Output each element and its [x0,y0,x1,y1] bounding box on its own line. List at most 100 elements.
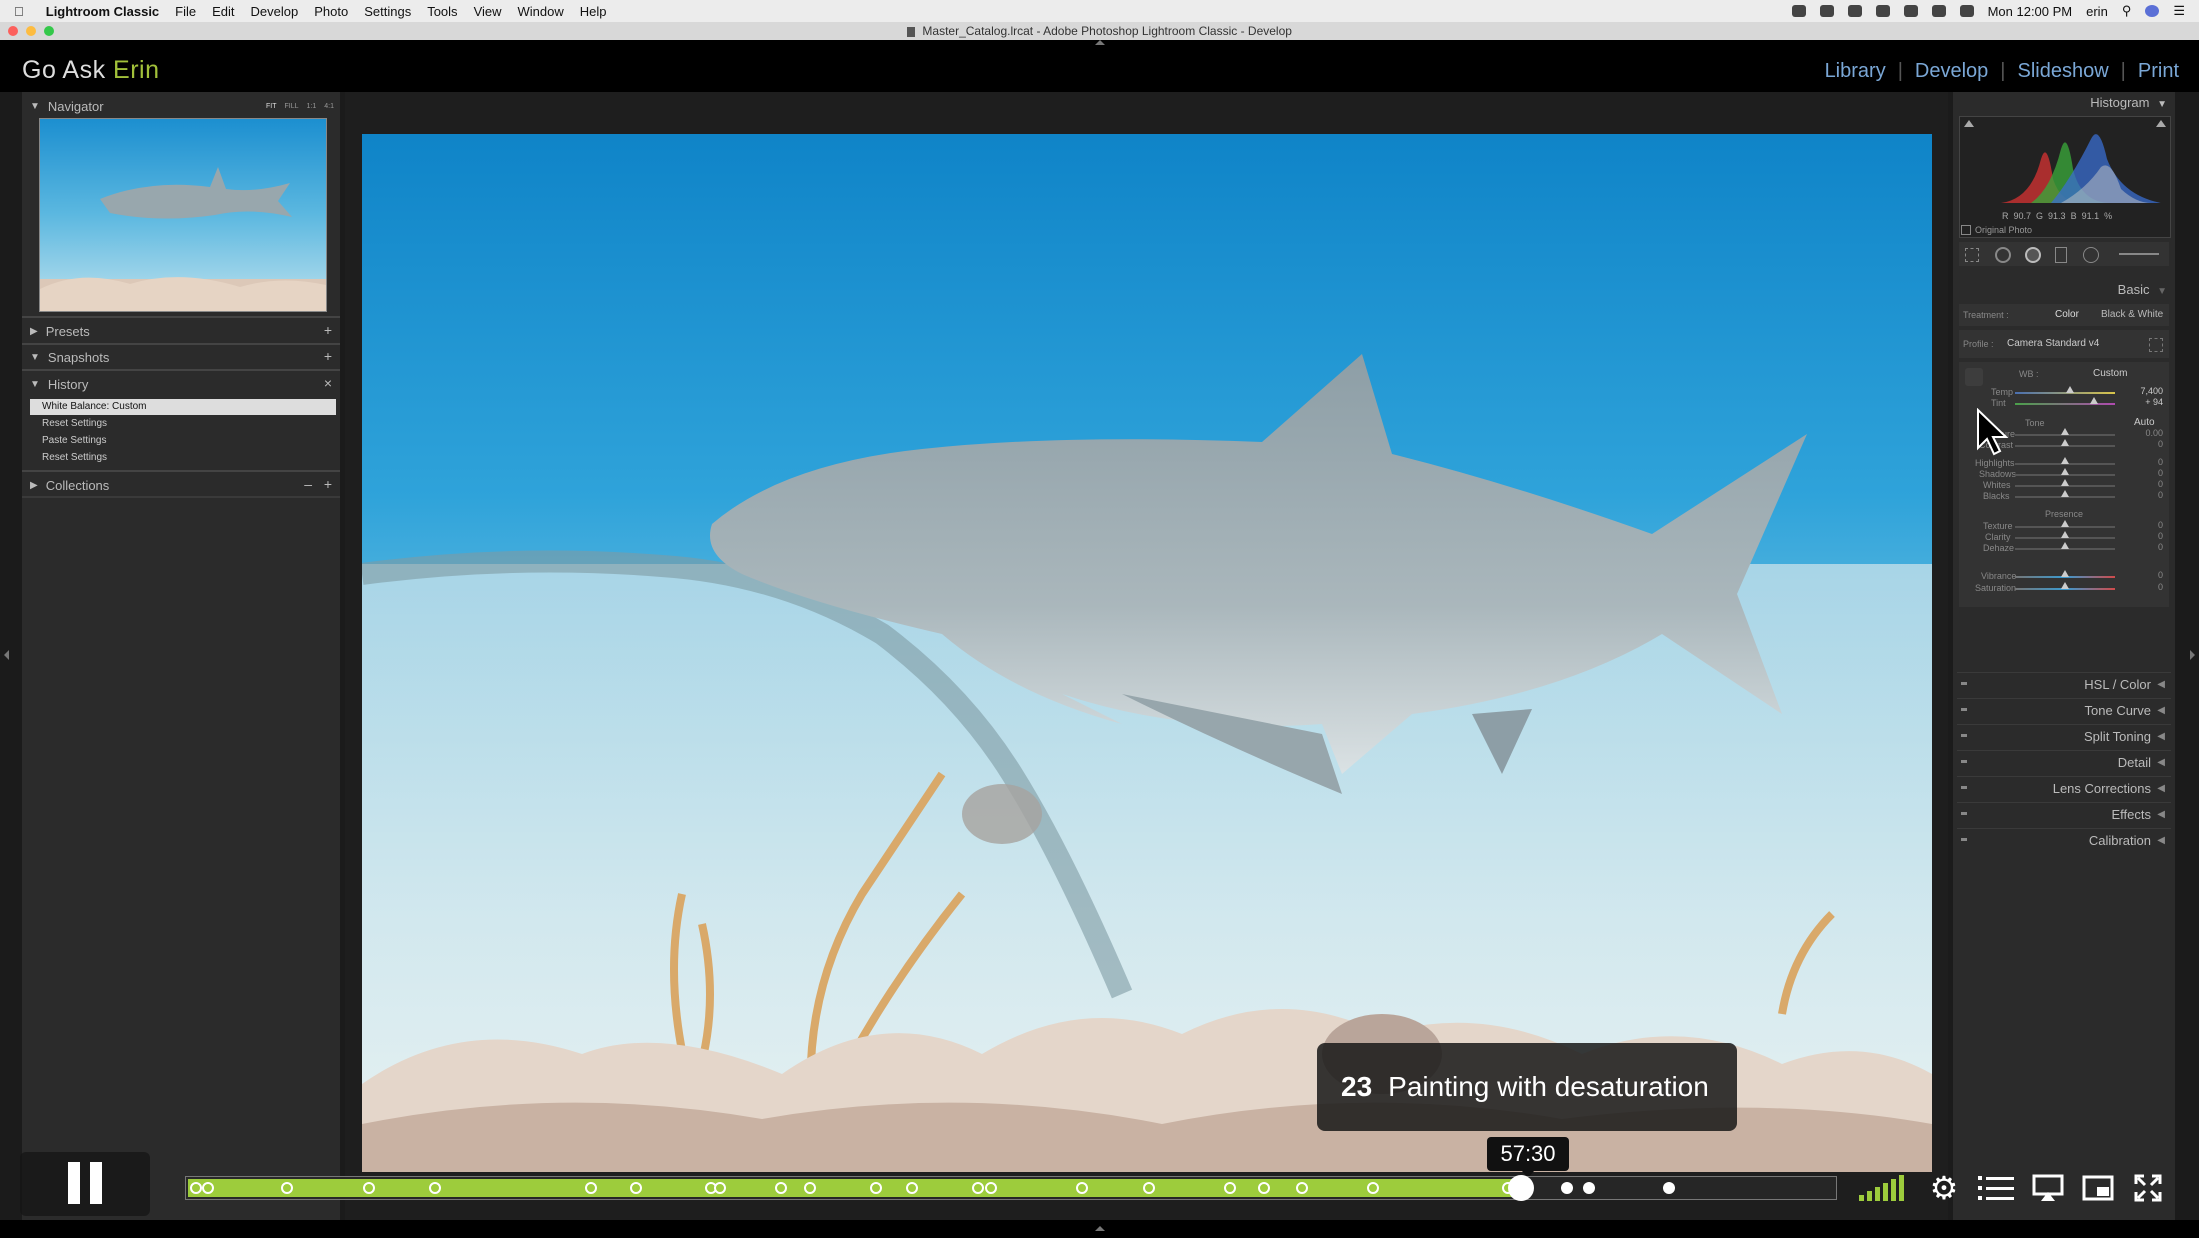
contrast-slider-knob[interactable] [2061,439,2069,446]
chapter-mark[interactable] [972,1182,984,1194]
chapter-mark[interactable] [281,1182,293,1194]
adjustment-brush-icon[interactable] [2119,253,2159,255]
wb-eyedropper-icon[interactable] [1965,368,1983,386]
menu-file[interactable]: File [175,4,196,19]
shadow-clipping-icon[interactable] [1964,120,1974,127]
panel-switch-icon[interactable] [1961,786,1967,789]
pause-button[interactable] [20,1152,150,1216]
snapshots-header[interactable]: ▼ Snapshots + [22,346,340,368]
treatment-bw-button[interactable]: Black & White [2101,309,2163,320]
chapter-mark[interactable] [1224,1182,1236,1194]
tone-auto-button[interactable]: Auto [2134,417,2155,428]
chapter-mark[interactable] [363,1182,375,1194]
zoom-fill[interactable]: FILL [285,103,299,110]
exposure-value[interactable]: 0.00 [2119,428,2163,438]
menu-settings[interactable]: Settings [364,4,411,19]
status-icon[interactable] [1819,5,1834,17]
zoom-1-1[interactable]: 1:1 [307,103,317,110]
left-panel-collapse-icon[interactable] [4,650,9,660]
chapter-mark[interactable] [1583,1182,1595,1194]
chapter-mark[interactable] [775,1182,787,1194]
original-photo-toggle[interactable]: Original Photo [1961,225,2032,235]
chapter-mark[interactable] [1663,1182,1675,1194]
menu-photo[interactable]: Photo [314,4,348,19]
profile-dropdown[interactable]: Camera Standard v4 [2007,338,2099,349]
add-preset-icon[interactable]: + [324,322,332,338]
texture-slider-knob[interactable] [2061,520,2069,527]
split-toning-section[interactable]: Split Toning ◀ [1957,724,2171,748]
menubar-clock[interactable]: Mon 12:00 PM [1988,4,2073,19]
add-collection-icon[interactable]: + [324,476,332,492]
chapter-mark[interactable] [985,1182,997,1194]
panel-switch-icon[interactable] [1961,682,1967,685]
temp-slider-track[interactable] [2015,392,2115,394]
menu-window[interactable]: Window [518,4,564,19]
menu-app-name[interactable]: Lightroom Classic [46,4,159,19]
chapter-mark[interactable] [429,1182,441,1194]
highlights-value[interactable]: 0 [2119,457,2163,467]
panel-switch-icon[interactable] [1961,708,1967,711]
airplay-icon[interactable] [2030,1170,2066,1206]
dehaze-slider-knob[interactable] [2061,542,2069,549]
chapter-mark[interactable] [190,1182,202,1194]
histogram-header[interactable]: Histogram ▼ [2090,95,2167,110]
blacks-value[interactable]: 0 [2119,490,2163,500]
panel-switch-icon[interactable] [1961,812,1967,815]
contrast-value[interactable]: 0 [2119,439,2163,449]
saturation-slider-knob[interactable] [2061,582,2069,589]
tint-slider-track[interactable] [2015,403,2115,405]
dehaze-value[interactable]: 0 [2119,542,2163,552]
vibrance-slider-knob[interactable] [2061,570,2069,577]
menu-view[interactable]: View [474,4,502,19]
collapse-top-panel-icon[interactable] [1095,40,1105,45]
history-item[interactable]: Reset Settings [30,416,336,432]
basic-header[interactable]: Basic ▼ [2118,282,2167,297]
tint-value[interactable]: + 94 [2119,397,2163,407]
saturation-value[interactable]: 0 [2119,582,2163,592]
fullscreen-icon[interactable] [2130,1170,2166,1206]
status-icon[interactable] [1791,5,1806,17]
chapter-mark[interactable] [1258,1182,1270,1194]
crop-tool-icon[interactable] [1965,248,1979,262]
chapters-list-icon[interactable] [1976,1170,2016,1206]
chapter-mark[interactable] [906,1182,918,1194]
apple-menu-icon[interactable]:  [14,4,24,19]
temp-value[interactable]: 7,400 [2119,386,2163,396]
whites-value[interactable]: 0 [2119,479,2163,489]
panel-switch-icon[interactable] [1961,760,1967,763]
menubar-user[interactable]: erin [2086,4,2108,19]
history-header[interactable]: ▼ History × [22,373,340,395]
detail-section[interactable]: Detail ◀ [1957,750,2171,774]
clarity-value[interactable]: 0 [2119,531,2163,541]
spot-removal-tool-icon[interactable] [1995,247,2011,263]
chapter-mark[interactable] [1296,1182,1308,1194]
graduated-filter-icon[interactable] [2055,247,2067,263]
progress-scrubber[interactable] [1508,1175,1534,1201]
shadows-slider-knob[interactable] [2061,468,2069,475]
presets-header[interactable]: ▶ Presets + [22,320,340,342]
wifi-icon[interactable] [1931,5,1946,17]
menu-develop[interactable]: Develop [251,4,299,19]
main-photo[interactable] [362,134,1932,1172]
remove-collection-icon[interactable]: – [304,476,312,492]
exposure-slider-knob[interactable] [2061,428,2069,435]
chapter-mark[interactable] [630,1182,642,1194]
module-slideshow[interactable]: Slideshow [2018,60,2109,83]
clarity-slider-knob[interactable] [2061,531,2069,538]
highlights-slider-knob[interactable] [2061,457,2069,464]
module-library[interactable]: Library [1825,60,1886,83]
module-develop[interactable]: Develop [1915,60,1988,83]
whites-slider-knob[interactable] [2061,479,2069,486]
chapter-mark[interactable] [585,1182,597,1194]
clear-history-icon[interactable]: × [324,375,332,391]
navigator-header[interactable]: ▼ Navigator FIT FILL 1:1 4:1 [22,95,340,117]
chapter-mark[interactable] [1143,1182,1155,1194]
histogram-display[interactable]: R 90.7 G 91.3 B 91.1 % [1959,116,2171,238]
minimize-window-button[interactable] [26,26,36,36]
red-eye-tool-icon[interactable] [2025,247,2041,263]
module-print[interactable]: Print [2138,60,2179,83]
navigator-preview[interactable] [39,118,327,312]
history-item[interactable]: Paste Settings [30,433,336,449]
chapter-mark[interactable] [804,1182,816,1194]
vibrance-value[interactable]: 0 [2119,570,2163,580]
